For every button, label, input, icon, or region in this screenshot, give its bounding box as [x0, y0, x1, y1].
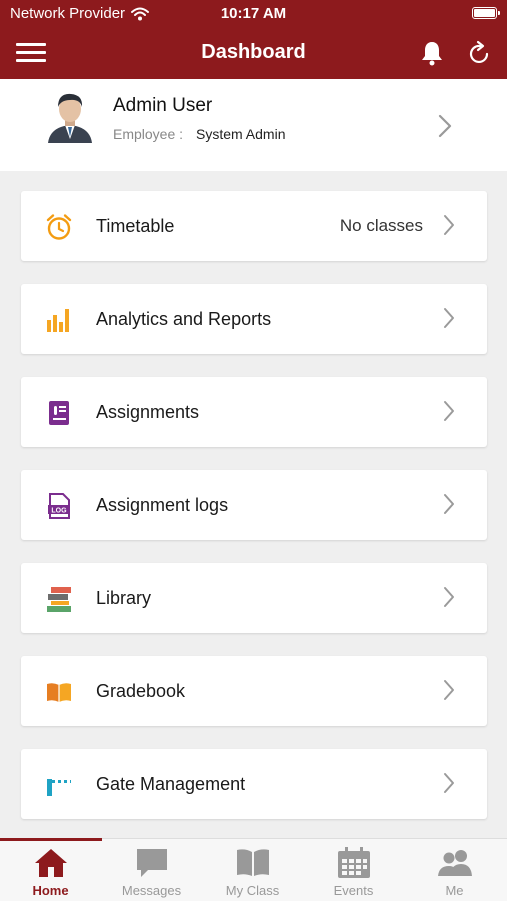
menu-item-label: Timetable	[96, 216, 175, 236]
menu-item-assignments[interactable]: Assignments	[21, 377, 487, 447]
profile-name: Admin User	[113, 95, 213, 116]
tab-label: Me	[445, 883, 464, 898]
home-icon	[35, 849, 67, 877]
menu-item-detail: No classes	[339, 216, 423, 235]
assignment-icon	[49, 401, 69, 425]
menu-item-label: Library	[96, 588, 152, 608]
chevron-right-icon	[444, 680, 454, 700]
svg-text:LOG: LOG	[51, 508, 67, 515]
refresh-icon[interactable]	[466, 40, 492, 66]
chevron-right-icon	[444, 494, 454, 514]
bell-icon[interactable]	[420, 40, 444, 66]
tab-messages[interactable]: Messages	[101, 839, 202, 901]
chevron-right-icon	[444, 401, 454, 421]
tab-label: Events	[333, 883, 374, 898]
menu-item-label: Gradebook	[96, 681, 186, 701]
tab-label: Home	[32, 883, 69, 898]
menu-item-label: Assignments	[96, 402, 200, 422]
status-time: 10:17 AM	[220, 5, 287, 22]
menu-item-library[interactable]: Library	[21, 563, 487, 633]
menu-item-gate-management[interactable]: Gate Management	[21, 749, 487, 819]
tab-label: Messages	[121, 883, 182, 898]
alarm-clock-icon	[46, 214, 72, 240]
menu-item-label: Assignment logs	[96, 495, 229, 515]
chevron-right-icon	[444, 773, 454, 793]
header-bar: Dashboard	[0, 28, 507, 79]
tab-events[interactable]: Events	[303, 839, 404, 901]
chevron-right-icon	[444, 215, 454, 235]
menu-item-timetable[interactable]: Timetable No classes	[21, 191, 487, 261]
profile-role-value: System Admin	[196, 126, 286, 142]
menu-item-label: Gate Management	[96, 774, 246, 794]
chat-bubble-icon	[137, 849, 167, 877]
books-icon	[47, 587, 71, 612]
gate-barrier-icon	[47, 779, 71, 796]
menu-item-label: Analytics and Reports	[96, 309, 272, 329]
menu-item-analytics[interactable]: Analytics and Reports	[21, 284, 487, 354]
chevron-right-icon	[438, 114, 452, 138]
tab-my-class[interactable]: My Class	[202, 839, 303, 901]
tab-label: My Class	[225, 883, 280, 898]
chevron-right-icon	[444, 587, 454, 607]
menu-item-gradebook[interactable]: Gradebook	[21, 656, 487, 726]
chevron-right-icon	[444, 308, 454, 328]
tab-home[interactable]: Home	[0, 839, 101, 901]
battery-icon	[472, 7, 500, 19]
bottom-tab-bar: Home Messages My Class Events Me	[0, 838, 507, 901]
menu-item-assignment-logs[interactable]: LOG Assignment logs	[21, 470, 487, 540]
profile-role-label: Employee :	[113, 126, 184, 142]
avatar	[48, 93, 92, 143]
bar-chart-icon	[47, 309, 69, 332]
book-icon	[237, 849, 269, 876]
people-icon	[438, 850, 472, 876]
open-book-icon	[47, 683, 71, 702]
tab-me[interactable]: Me	[404, 839, 505, 901]
status-bar: Network Provider 10:17 AM	[0, 0, 507, 28]
log-file-icon: LOG	[48, 493, 70, 519]
calendar-icon	[338, 847, 370, 878]
profile-card[interactable]: Admin User Employee : System Admin	[0, 79, 507, 171]
